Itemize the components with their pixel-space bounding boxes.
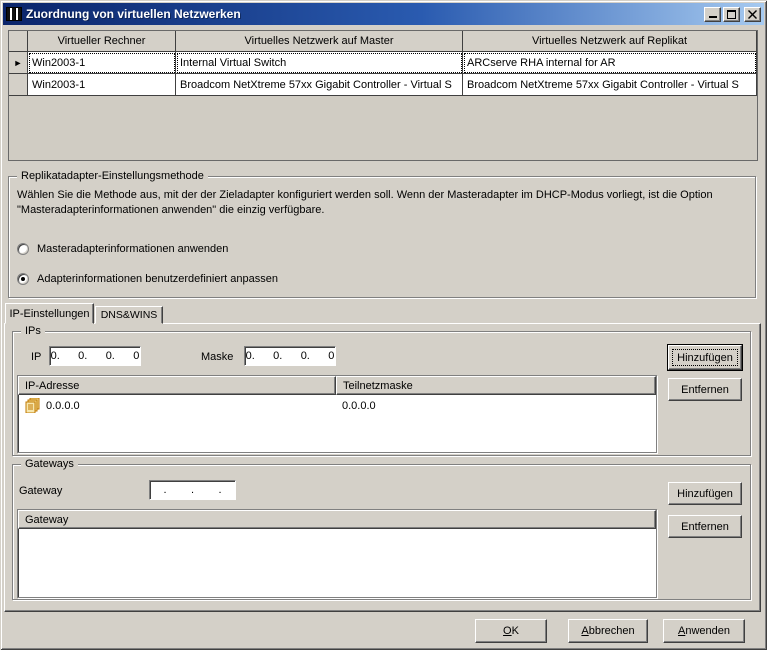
row-selector-cell: ► xyxy=(9,52,28,74)
gateway-input-value: . . . xyxy=(160,484,225,496)
gateway-input[interactable]: . . . xyxy=(149,480,236,500)
grid-col-netzwerk-replikat[interactable]: Virtuelles Netzwerk auf Replikat xyxy=(463,31,757,52)
gateway-remove-button[interactable]: Entfernen xyxy=(668,515,742,538)
ok-button-label: OK xyxy=(503,625,519,637)
vm-network-grid: Virtueller Rechner Virtuelles Netzwerk a… xyxy=(8,30,758,161)
ip-list-cell-mask: 0.0.0.0 xyxy=(336,400,656,412)
method-groupbox-title: Replikatadapter-Einstellungsmethode xyxy=(17,170,208,182)
ok-button[interactable]: OK xyxy=(475,619,547,643)
window-title: Zuordnung von virtuellen Netzwerken xyxy=(26,7,241,21)
radio-icon xyxy=(17,273,29,285)
grid-cell[interactable]: Broadcom NetXtreme 57xx Gigabit Controll… xyxy=(176,74,463,96)
gateways-groupbox-title: Gateways xyxy=(21,458,78,470)
grid-col-netzwerk-master[interactable]: Virtuelles Netzwerk auf Master xyxy=(176,31,463,52)
apply-button[interactable]: Anwenden xyxy=(663,619,745,643)
ip-list-row[interactable]: 0.0.0.0 0.0.0.0 xyxy=(18,395,656,416)
row-selector-icon: ► xyxy=(13,57,23,68)
radio-label: Masteradapterinformationen anwenden xyxy=(37,243,229,255)
radio-label: Adapterinformationen benutzerdefiniert a… xyxy=(37,273,278,285)
grid-cell[interactable]: Broadcom NetXtreme 57xx Gigabit Controll… xyxy=(463,74,757,96)
gateway-list-col-gateway[interactable]: Gateway xyxy=(18,510,656,529)
ips-groupbox: IPs IP 0. 0. 0. 0 Maske 0. 0. 0. 0 Hinzu… xyxy=(12,325,751,456)
minimize-icon xyxy=(708,15,717,18)
method-description-line1: Wählen Sie die Methode aus, mit der der … xyxy=(17,189,713,201)
gateway-remove-button-label: Entfernen xyxy=(681,520,729,533)
gateway-add-button[interactable]: Hinzufügen xyxy=(668,482,742,505)
maximize-button[interactable] xyxy=(723,6,740,22)
method-groupbox: Replikatadapter-Einstellungsmethode Wähl… xyxy=(8,170,756,298)
mask-input[interactable]: 0. 0. 0. 0 xyxy=(244,346,336,366)
grid-cell[interactable]: Win2003-1 xyxy=(28,52,176,74)
ip-add-button-label: Hinzufügen xyxy=(672,349,738,366)
grid-header: Virtueller Rechner Virtuelles Netzwerk a… xyxy=(9,31,757,52)
ip-input[interactable]: 0. 0. 0. 0 xyxy=(49,346,141,366)
row-selector-cell xyxy=(9,74,28,96)
ip-list-header: IP-Adresse Teilnetzmaske xyxy=(18,376,656,395)
cancel-button-label: Abbrechen xyxy=(581,625,635,637)
ip-list-col-teilnetzmaske[interactable]: Teilnetzmaske xyxy=(336,376,656,395)
dialog-window: Zuordnung von virtuellen Netzwerken Virt… xyxy=(0,0,767,650)
grid-cell[interactable]: Internal Virtual Switch xyxy=(176,52,463,74)
app-icon xyxy=(6,7,22,21)
cancel-button[interactable]: Abbrechen xyxy=(568,619,648,643)
gateway-list[interactable]: Gateway xyxy=(17,509,657,598)
radio-icon xyxy=(17,243,29,255)
grid-row-1[interactable]: ► Win2003-1 Internal Virtual Switch ARCs… xyxy=(9,52,757,74)
grid-cell[interactable]: Win2003-1 xyxy=(28,74,176,96)
ip-list-value-mask: 0.0.0.0 xyxy=(342,399,376,412)
minimize-button[interactable] xyxy=(704,6,721,22)
gateways-groupbox: Gateways Gateway . . . Hinzufügen Entfer… xyxy=(12,458,751,600)
grid-row-2[interactable]: Win2003-1 Broadcom NetXtreme 57xx Gigabi… xyxy=(9,74,757,96)
gateway-add-button-label: Hinzufügen xyxy=(677,487,733,500)
ip-remove-button[interactable]: Entfernen xyxy=(668,378,742,401)
radio-custom-adapter-info[interactable]: Adapterinformationen benutzerdefiniert a… xyxy=(17,273,278,285)
close-button[interactable] xyxy=(744,6,761,22)
ip-add-button[interactable]: Hinzufügen xyxy=(667,344,743,371)
ips-groupbox-title: IPs xyxy=(21,325,45,337)
tab-dns-wins[interactable]: DNS&WINS xyxy=(95,306,163,324)
ip-list-cell-ip: 0.0.0.0 xyxy=(18,398,336,413)
ip-remove-button-label: Entfernen xyxy=(681,383,729,396)
grid-col-virtueller-rechner[interactable]: Virtueller Rechner xyxy=(28,31,176,52)
method-description-line2: "Masteradapterinformationen anwenden" di… xyxy=(17,204,325,216)
mask-label: Maske xyxy=(201,351,234,363)
title-bar[interactable]: Zuordnung von virtuellen Netzwerken xyxy=(3,3,764,25)
ip-list[interactable]: IP-Adresse Teilnetzmaske 0.0.0.0 0.0.0.0 xyxy=(17,375,657,453)
gateway-label: Gateway xyxy=(19,485,63,497)
network-pages-icon xyxy=(24,398,41,413)
maximize-icon xyxy=(727,9,736,19)
ip-list-col-ip-adresse[interactable]: IP-Adresse xyxy=(18,376,336,395)
apply-button-label: Anwenden xyxy=(678,625,730,637)
close-icon xyxy=(748,9,757,19)
grid-corner-cell xyxy=(9,31,28,52)
ip-input-value: 0. 0. 0. 0 xyxy=(50,350,140,362)
tab-ip-einstellungen[interactable]: IP-Einstellungen xyxy=(5,303,94,324)
ip-label: IP xyxy=(31,351,42,363)
grid-cell[interactable]: ARCserve RHA internal for AR xyxy=(463,52,757,74)
gateway-list-header: Gateway xyxy=(18,510,656,529)
radio-master-adapter-info[interactable]: Masteradapterinformationen anwenden xyxy=(17,243,228,255)
ip-list-value-ip: 0.0.0.0 xyxy=(46,399,80,412)
mask-input-value: 0. 0. 0. 0 xyxy=(245,350,335,362)
